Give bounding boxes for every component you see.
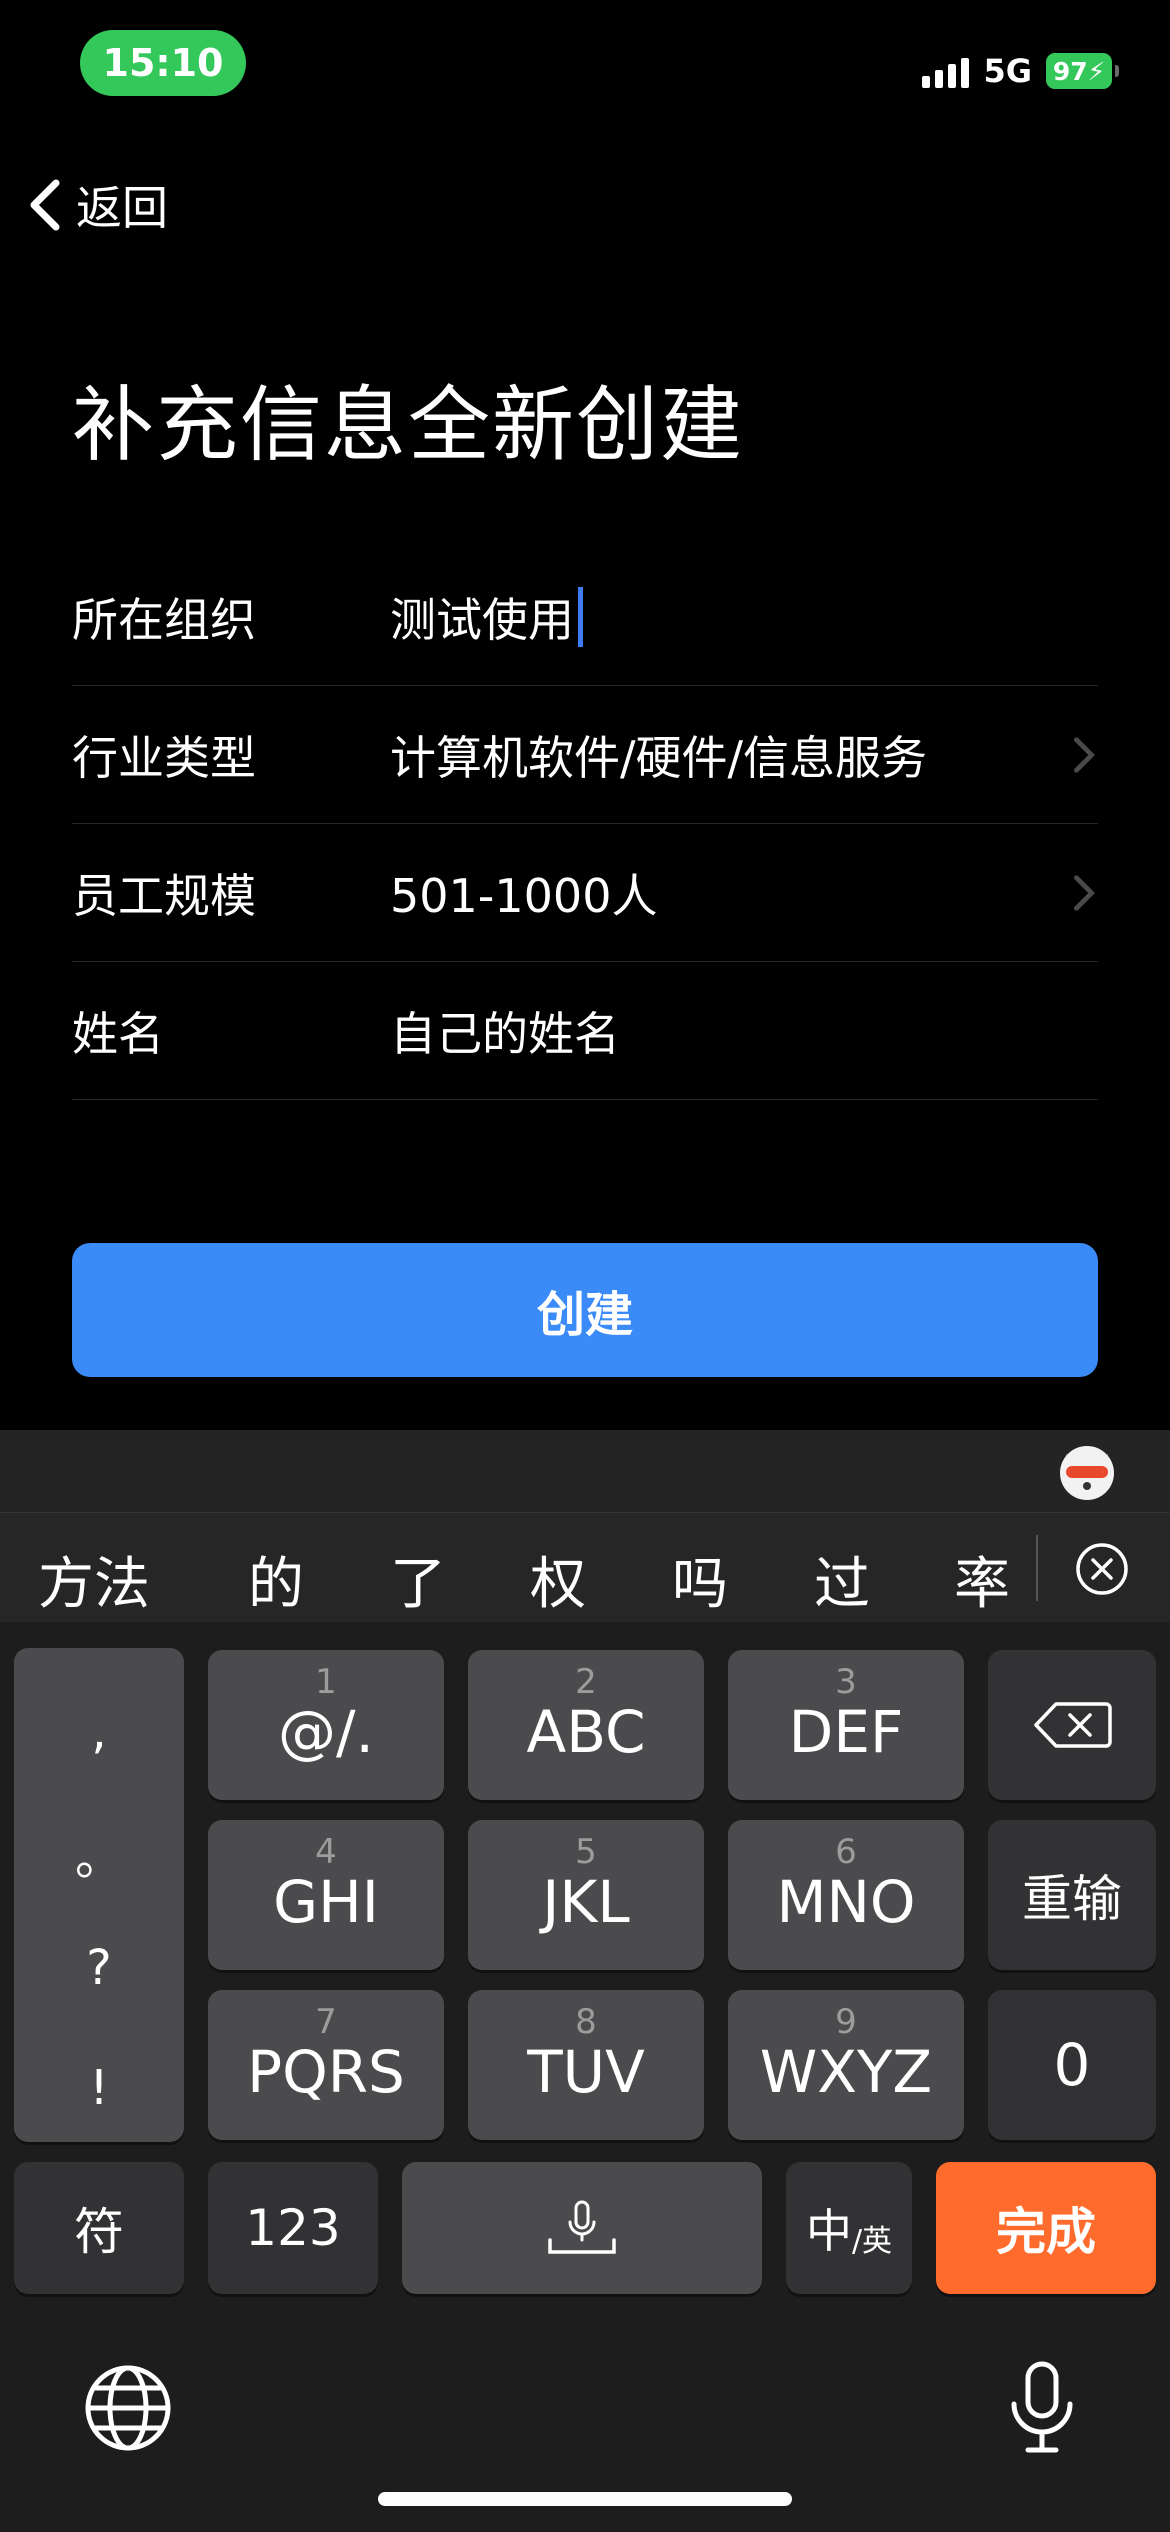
home-indicator[interactable] (378, 2492, 792, 2506)
key-2[interactable]: 2 ABC (468, 1650, 704, 1800)
back-button[interactable]: 返回 (24, 172, 168, 238)
candidate-bar: 方法 的 了 权 吗 过 率 (0, 1512, 1170, 1622)
candidate-word[interactable]: 率 (954, 1539, 1010, 1620)
industry-value: 计算机软件/硬件/信息服务 (390, 730, 927, 785)
cellular-signal-icon (922, 54, 970, 88)
name-label: 姓名 (72, 1006, 164, 1061)
key-letters: DEF (788, 1698, 904, 1766)
key-number: 9 (835, 2002, 857, 2042)
punct-exclaim[interactable]: ! (14, 2060, 184, 2116)
punct-period[interactable]: 。 (14, 1818, 184, 1888)
back-label: 返回 (76, 181, 168, 235)
key-6[interactable]: 6 MNO (728, 1820, 964, 1970)
candidate-word[interactable]: 权 (530, 1539, 586, 1620)
keyboard-toolbar (0, 1430, 1170, 1512)
status-indicators: 5G 97 ⚡ (922, 52, 1119, 90)
key-0[interactable]: 0 (988, 1990, 1156, 2140)
backspace-icon (1034, 1702, 1112, 1748)
globe-icon[interactable] (82, 2362, 174, 2454)
lang-main: 中 (805, 2204, 852, 2258)
key-number: 5 (575, 1832, 597, 1872)
staff-size-label: 员工规模 (72, 868, 256, 923)
key-letters: PQRS (247, 2038, 405, 2106)
zero-label: 0 (1053, 2031, 1091, 2099)
backspace-key[interactable] (988, 1650, 1156, 1800)
network-type: 5G (983, 52, 1032, 90)
key-1[interactable]: 1 @/. (208, 1650, 444, 1800)
page-title: 补充信息全新创建 (72, 378, 745, 473)
key-8[interactable]: 8 TUV (468, 1990, 704, 2140)
staff-size-row[interactable]: 员工规模 501-1000人 (72, 824, 1098, 962)
battery-icon: 97 ⚡ (1046, 53, 1119, 89)
divider (1036, 1535, 1038, 1601)
key-3[interactable]: 3 DEF (728, 1650, 964, 1800)
chevron-right-icon (1073, 736, 1096, 773)
candidate-word[interactable]: 方法 (38, 1539, 150, 1620)
key-number: 2 (575, 1662, 597, 1702)
org-input[interactable]: 测试使用 (390, 584, 583, 650)
reenter-key[interactable]: 重输 (988, 1820, 1156, 1970)
punctuation-column[interactable]: , 。 ? ! (14, 1648, 184, 2142)
reenter-label: 重输 (1022, 1870, 1122, 1928)
done-label: 完成 (996, 2203, 1096, 2261)
status-time: 15:10 (80, 30, 246, 96)
battery-level: 97 (1052, 56, 1088, 86)
industry-row[interactable]: 行业类型 计算机软件/硬件/信息服务 (72, 686, 1098, 824)
done-key[interactable]: 完成 (936, 2162, 1156, 2294)
key-letters: JKL (542, 1868, 630, 1936)
key-number: 6 (835, 1832, 857, 1872)
industry-label: 行业类型 (72, 730, 256, 785)
key-number: 1 (315, 1662, 337, 1702)
create-button[interactable]: 创建 (72, 1243, 1098, 1377)
key-letters: MNO (776, 1868, 916, 1936)
key-number: 3 (835, 1662, 857, 1702)
lang-sub: /英 (851, 2224, 893, 2259)
symbols-key[interactable]: 符 (14, 2162, 184, 2294)
mascot-icon[interactable] (1056, 1440, 1118, 1502)
key-letters: WXYZ (759, 2038, 933, 2106)
org-value: 测试使用 (390, 592, 574, 647)
key-4[interactable]: 4 GHI (208, 1820, 444, 1970)
key-7[interactable]: 7 PQRS (208, 1990, 444, 2140)
punct-question[interactable]: ? (14, 1940, 184, 1996)
org-label: 所在组织 (72, 592, 256, 647)
key-letters: @/. (278, 1698, 374, 1766)
key-letters: GHI (273, 1868, 379, 1936)
key-number: 4 (315, 1832, 337, 1872)
punct-comma[interactable]: , (14, 1704, 184, 1760)
space-key[interactable] (402, 2162, 762, 2294)
name-input[interactable]: 自己的姓名 (390, 998, 620, 1064)
microphone-icon (548, 2200, 616, 2254)
key-9[interactable]: 9 WXYZ (728, 1990, 964, 2140)
name-row[interactable]: 姓名 自己的姓名 (72, 962, 1098, 1100)
candidate-word[interactable]: 了 (390, 1539, 446, 1620)
key-letters: ABC (526, 1698, 646, 1766)
chevron-left-icon (30, 179, 60, 231)
candidate-word[interactable]: 的 (248, 1539, 304, 1620)
key-5[interactable]: 5 JKL (468, 1820, 704, 1970)
symbols-label: 符 (74, 2203, 124, 2261)
clear-candidates-icon[interactable] (1074, 1541, 1130, 1597)
text-cursor (578, 586, 583, 647)
candidate-word[interactable]: 吗 (672, 1539, 728, 1620)
key-number: 7 (315, 2002, 337, 2042)
key-letters: TUV (527, 2038, 645, 2106)
org-row[interactable]: 所在组织 测试使用 (72, 548, 1098, 686)
chevron-right-icon (1073, 874, 1096, 911)
language-toggle-key[interactable]: 中 /英 (786, 2162, 912, 2294)
key-number: 8 (575, 2002, 597, 2042)
numeric-key[interactable]: 123 (208, 2162, 378, 2294)
staff-size-value: 501-1000人 (390, 868, 658, 923)
dictation-microphone-icon[interactable] (1006, 2360, 1078, 2456)
info-form: 所在组织 测试使用 行业类型 计算机软件/硬件/信息服务 员工规模 501-10… (72, 548, 1098, 1100)
numeric-label: 123 (245, 2199, 341, 2257)
candidate-word[interactable]: 过 (814, 1539, 870, 1620)
